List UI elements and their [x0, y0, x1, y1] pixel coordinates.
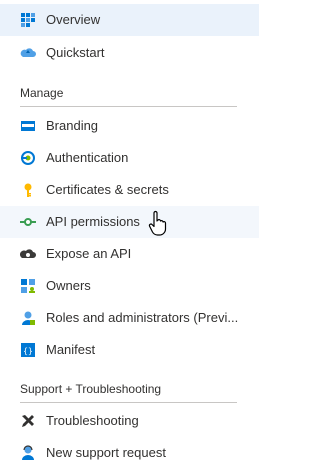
nav-item-label: Roles and administrators (Previ...	[46, 310, 239, 325]
nav-item-certificates-secrets[interactable]: Certificates & secrets	[0, 174, 259, 206]
section-header-manage: Manage	[20, 86, 64, 100]
cloud-icon	[20, 45, 36, 61]
nav-item-label: Authentication	[46, 150, 129, 165]
support-person-icon	[20, 445, 36, 461]
nav-item-authentication[interactable]: Authentication	[0, 142, 259, 174]
key-icon	[20, 182, 36, 198]
authentication-icon	[20, 150, 36, 166]
nav-item-label: Overview	[46, 12, 101, 27]
nav-item-manifest[interactable]: {} Manifest	[0, 334, 259, 366]
nav-item-label: Branding	[46, 118, 99, 133]
nav-item-label: Owners	[46, 278, 91, 293]
nav-item-branding[interactable]: Branding	[0, 110, 259, 142]
svg-text:{}: {}	[23, 347, 33, 356]
nav-item-roles-and-administrators[interactable]: Roles and administrators (Previ...	[0, 302, 259, 334]
nav-item-troubleshooting[interactable]: Troubleshooting	[0, 405, 259, 437]
nav-item-label: New support request	[46, 445, 166, 460]
roles-icon	[20, 310, 36, 326]
owners-icon	[20, 278, 36, 294]
hand-cursor-icon	[148, 210, 167, 236]
nav-item-label: Expose an API	[46, 246, 132, 261]
wrench-icon	[20, 413, 36, 429]
nav-item-owners[interactable]: Owners	[0, 270, 259, 302]
nav-item-expose-an-api[interactable]: Expose an API	[0, 238, 259, 270]
api-permissions-icon	[20, 214, 36, 230]
nav-item-quickstart[interactable]: Quickstart	[0, 37, 259, 69]
nav-item-new-support-request[interactable]: New support request	[0, 437, 259, 469]
nav-item-label: API permissions	[46, 214, 140, 229]
manifest-icon: {}	[20, 342, 36, 358]
branding-icon	[20, 118, 36, 134]
section-divider	[20, 106, 237, 107]
nav-item-label: Troubleshooting	[46, 413, 139, 428]
nav-item-api-permissions[interactable]: API permissions	[0, 206, 259, 238]
cloud-gear-icon	[20, 246, 36, 262]
nav-item-overview[interactable]: Overview	[0, 4, 259, 36]
nav-item-label: Quickstart	[46, 45, 105, 60]
nav-item-label: Manifest	[46, 342, 96, 357]
nav-item-label: Certificates & secrets	[46, 182, 169, 197]
grid-icon	[20, 12, 36, 28]
section-divider	[20, 402, 237, 403]
section-header-support: Support + Troubleshooting	[20, 382, 162, 396]
